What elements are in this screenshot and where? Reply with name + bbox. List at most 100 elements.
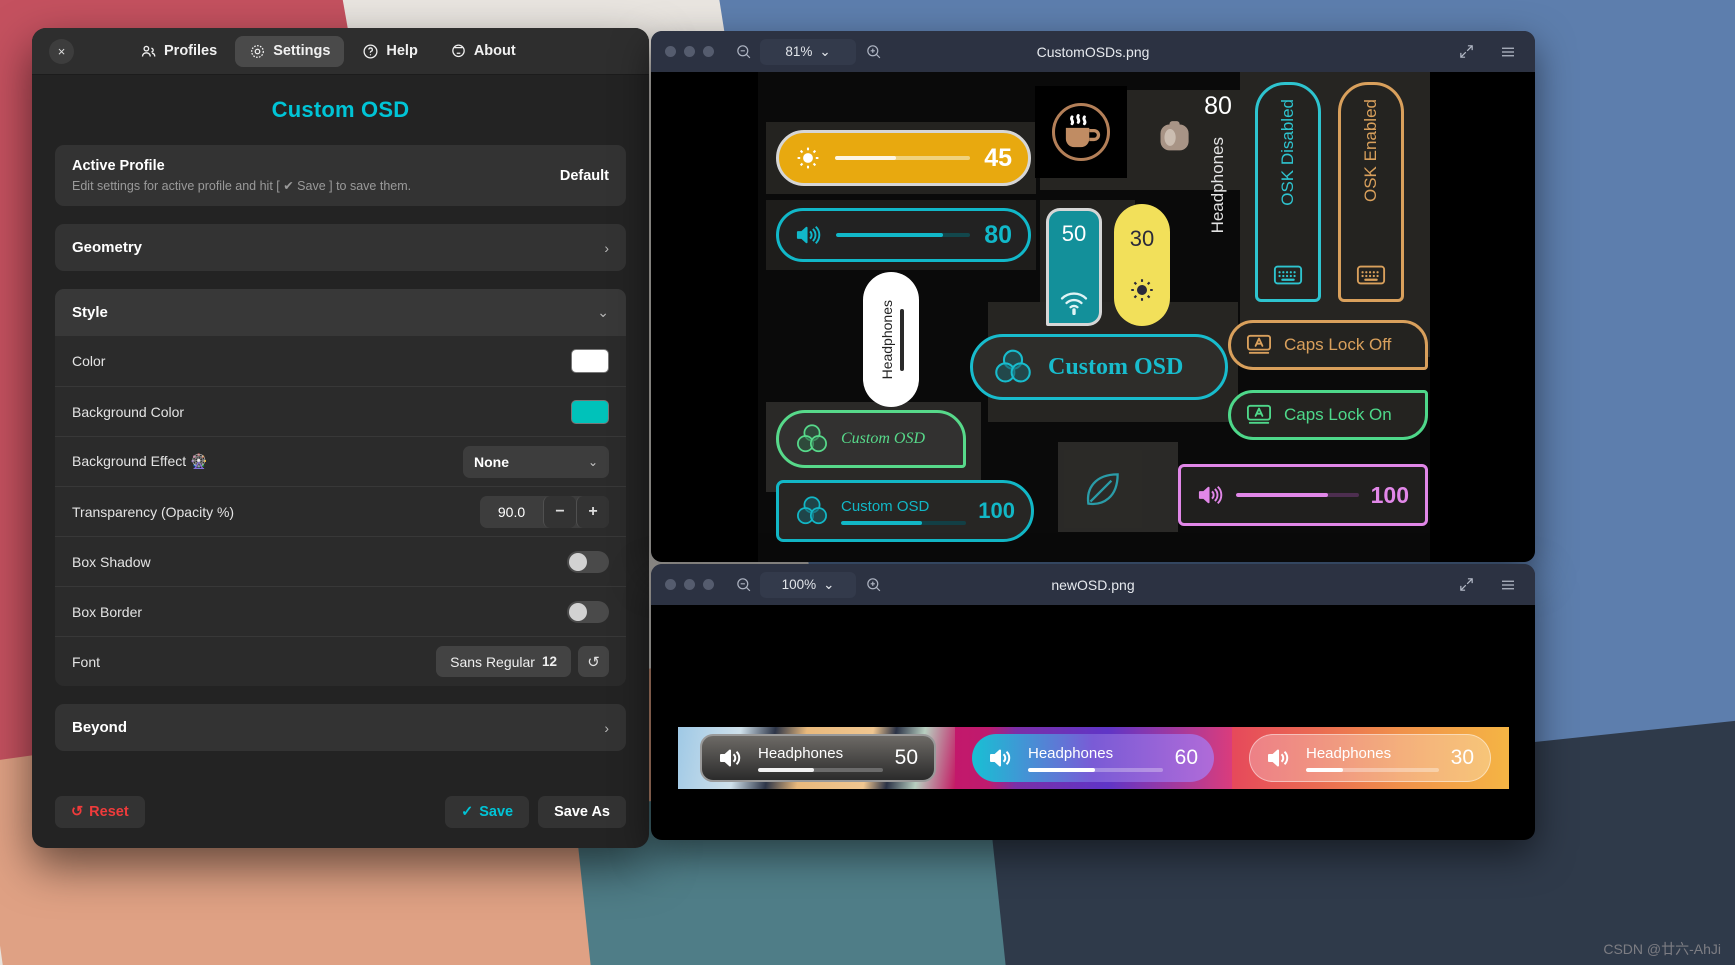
font-reset-button[interactable]: ↺: [578, 646, 609, 677]
tab-bar: Profiles Settings Help About: [126, 35, 530, 67]
viewer1-titlebar: 81% ⌄ CustomOSDs.png: [651, 31, 1535, 72]
zoom-out-icon[interactable]: [730, 572, 756, 598]
style-section-header[interactable]: Style ⌄: [55, 289, 626, 336]
volume-pink-value: 100: [1370, 481, 1409, 508]
box-border-toggle[interactable]: [567, 600, 609, 623]
window-traffic-lights[interactable]: [665, 46, 714, 57]
orange-headphones-label: Headphones: [1306, 744, 1392, 762]
osd-wifi-vertical: 50: [1046, 208, 1102, 326]
leaf-slash-icon: [1080, 466, 1126, 512]
background-effect-label: Background Effect 🎡: [72, 453, 208, 469]
zoom-level-dropdown[interactable]: 100% ⌄: [760, 571, 856, 598]
viewer1-image-canvas[interactable]: 45 80 50 30 80 Headphones OSK Disabled O…: [651, 72, 1535, 562]
page-title: Custom OSD: [271, 97, 410, 122]
transparency-increment-button[interactable]: +: [576, 495, 609, 528]
zoom-level-dropdown[interactable]: 81% ⌄: [760, 38, 856, 65]
background-color-swatch[interactable]: [571, 399, 609, 424]
headphones-plain-value: 80: [1204, 92, 1232, 120]
question-circle-icon: [362, 43, 379, 60]
orange-headphones-fill: [1306, 767, 1344, 772]
osd-coffee-tile: [1035, 86, 1127, 178]
font-size-value: 12: [541, 654, 557, 669]
macos-headphones-label: Headphones: [758, 744, 844, 762]
row-background-color: Background Color: [55, 386, 626, 436]
osd-purple-headphones: Headphones 60: [972, 734, 1214, 782]
custom-osd-settings-window: × Profiles Settings Help About Custom OS…: [32, 28, 649, 848]
osd-custom-osd-bar: Custom OSD 100: [776, 480, 1034, 542]
row-box-border: Box Border: [55, 586, 626, 636]
geometry-section[interactable]: Geometry ›: [55, 224, 626, 271]
volume-pink-level: [1236, 493, 1359, 497]
headphones-white-bar: [899, 308, 904, 371]
tab-help[interactable]: Help: [348, 36, 431, 67]
reset-button[interactable]: ↺ Reset: [55, 796, 145, 828]
row-color: Color: [55, 336, 626, 386]
macos-headphones-fill: [758, 767, 815, 772]
osd-leaf-tile: [1064, 450, 1142, 528]
caps-lock-on-label: Caps Lock On: [1284, 405, 1392, 424]
zoom-in-icon[interactable]: [860, 39, 886, 65]
transparency-value[interactable]: 90.0: [480, 504, 543, 520]
settings-footer: ↺ Reset ✓ Save Save As: [32, 782, 649, 848]
save-button[interactable]: ✓ Save: [445, 796, 530, 828]
active-profile-card[interactable]: Active Profile Edit settings for active …: [55, 145, 626, 206]
viewer2-image-canvas[interactable]: Headphones 50 Headphones 60 Headphones 3…: [651, 605, 1535, 840]
osk-enabled-label: OSK Enabled: [1361, 99, 1380, 203]
box-border-label: Box Border: [72, 603, 143, 620]
osd-osk-disabled: OSK Disabled: [1255, 82, 1321, 302]
style-section: Style ⌄ Color Background Color Backgroun…: [55, 289, 626, 686]
color-label: Color: [72, 353, 106, 369]
close-button[interactable]: ×: [49, 38, 74, 64]
row-transparency: Transparency (Opacity %) 90.0 − +: [55, 486, 626, 536]
osd-volume-bar: 80: [776, 208, 1031, 262]
zoom-out-icon[interactable]: [730, 39, 756, 65]
osd-headphones-plain: 80 Headphones: [1188, 92, 1248, 292]
zoom-in-icon[interactable]: [860, 572, 886, 598]
geometry-label: Geometry: [72, 239, 143, 256]
people-icon: [140, 43, 157, 60]
expand-icon[interactable]: [1453, 39, 1479, 65]
font-picker-button[interactable]: Sans Regular 12: [436, 646, 571, 677]
tab-settings[interactable]: Settings: [235, 35, 345, 67]
active-profile-subtitle: Edit settings for active profile and hit…: [72, 179, 412, 193]
volume-value: 80: [984, 220, 1012, 249]
osd-custom-osd-green: Custom OSD: [776, 410, 966, 468]
tab-profiles[interactable]: Profiles: [126, 36, 231, 67]
beyond-section[interactable]: Beyond ›: [55, 704, 626, 751]
wifi-icon: [1058, 289, 1090, 315]
sun-icon: [1128, 276, 1156, 304]
wifi-value: 50: [1061, 221, 1087, 246]
brightness-level-bar: [835, 156, 971, 160]
box-shadow-toggle[interactable]: [567, 550, 609, 573]
custom-osd-bar-level: [841, 520, 967, 525]
window-traffic-lights[interactable]: [665, 579, 714, 590]
tab-about[interactable]: About: [436, 36, 530, 67]
save-as-button[interactable]: Save As: [538, 796, 626, 828]
venn-circles-icon: [993, 348, 1033, 386]
background-effect-value: None: [474, 453, 509, 470]
row-background-effect: Background Effect 🎡 None ⌄: [55, 436, 626, 486]
image-viewer-window-customosds: 81% ⌄ CustomOSDs.png 45 80 50 30 80 Head…: [651, 31, 1535, 562]
sun-icon: [795, 145, 821, 171]
background-effect-dropdown[interactable]: None ⌄: [463, 445, 609, 478]
venn-circles-icon: [795, 423, 829, 455]
transparency-decrement-button[interactable]: −: [543, 495, 576, 528]
hamburger-menu-icon[interactable]: [1495, 572, 1521, 598]
color-swatch[interactable]: [571, 349, 609, 373]
expand-icon[interactable]: [1453, 572, 1479, 598]
chevron-right-icon: ›: [604, 719, 609, 736]
hamburger-menu-icon[interactable]: [1495, 39, 1521, 65]
save-label: Save: [479, 804, 514, 820]
custom-osd-bar-value: 100: [978, 498, 1015, 523]
orange-headphones-bar: [1306, 767, 1439, 772]
chevron-right-icon: ›: [604, 239, 609, 256]
tab-settings-label: Settings: [273, 43, 331, 59]
purple-headphones-bar: [1028, 767, 1163, 772]
osd-custom-osd-cyan: Custom OSD: [970, 334, 1228, 400]
coffee-cup-icon: [1048, 99, 1114, 165]
zoom-level-value: 81%: [785, 44, 813, 59]
active-profile-value: Default: [559, 167, 609, 184]
venn-circles-icon: [795, 495, 829, 527]
save-as-label: Save As: [554, 804, 610, 820]
brightness-level-fill: [835, 156, 896, 160]
